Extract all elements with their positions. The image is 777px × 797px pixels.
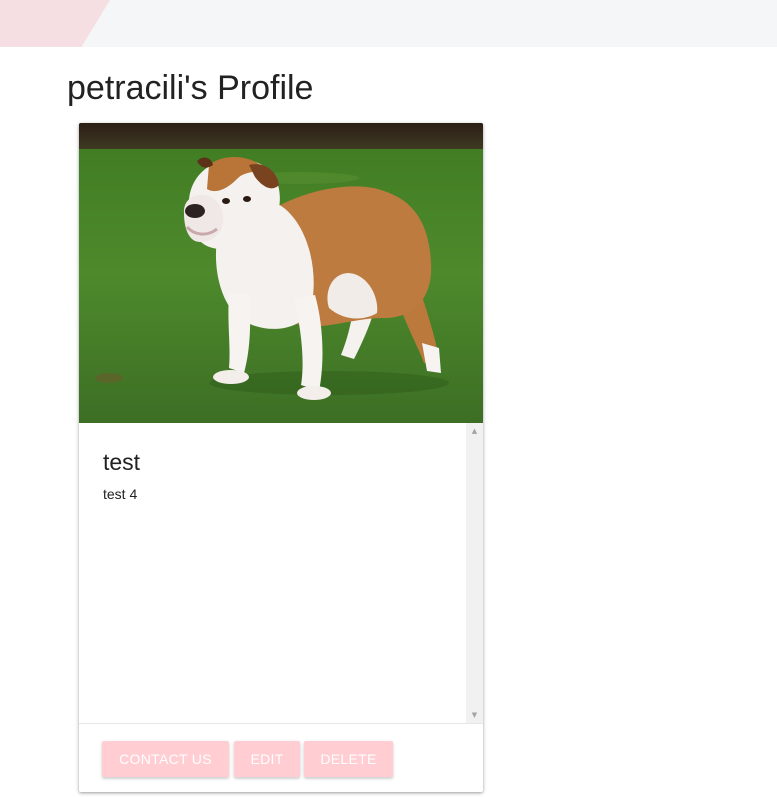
card-text: test test 4: [103, 447, 443, 503]
card-content[interactable]: test test 4 ▲ ▼: [79, 423, 483, 723]
top-navbar: [0, 0, 777, 47]
navbar-accent-shape: [0, 0, 110, 47]
scroll-down-arrow-icon[interactable]: ▼: [466, 709, 483, 721]
card-image: [79, 123, 483, 423]
page-title: petracili's Profile: [67, 69, 314, 107]
page: petracili's Profile test test 4 ▲ ▼ CONT…: [0, 0, 777, 797]
card-body-text: test 4: [103, 486, 138, 502]
card-actions: CONTACT US EDIT DELETE: [79, 723, 483, 792]
scroll-up-arrow-icon[interactable]: ▲: [466, 425, 483, 437]
card-title: test: [103, 449, 141, 475]
contact-us-button[interactable]: CONTACT US: [102, 741, 229, 777]
content-scrollbar[interactable]: ▲ ▼: [466, 423, 483, 723]
delete-button[interactable]: DELETE: [304, 741, 393, 777]
profile-card: test test 4 ▲ ▼ CONTACT US EDIT DELETE: [79, 123, 483, 792]
edit-button[interactable]: EDIT: [234, 741, 300, 777]
